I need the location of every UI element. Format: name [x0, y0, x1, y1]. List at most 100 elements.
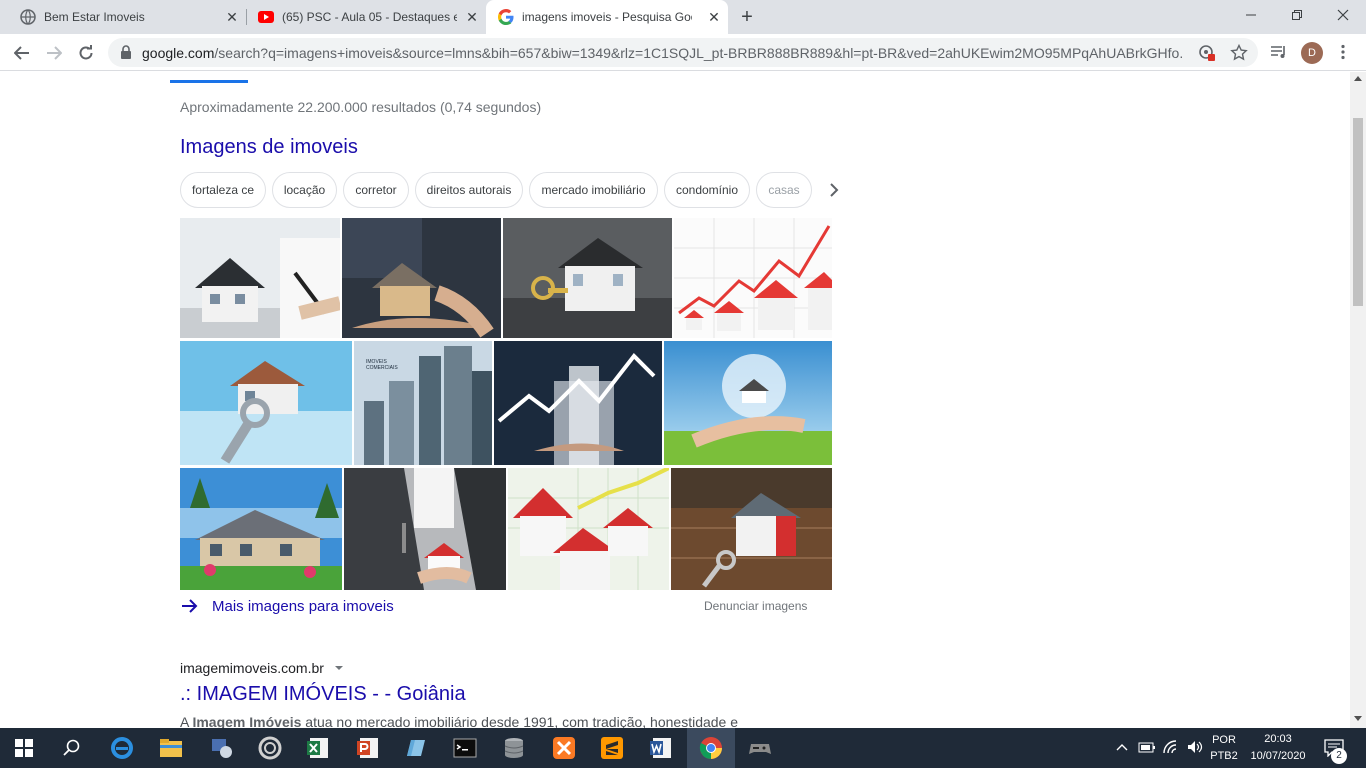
youtube-icon [258, 11, 274, 23]
google-icon [498, 9, 514, 25]
restore-button[interactable] [1274, 0, 1320, 30]
clock-time[interactable]: 20:03 [1248, 733, 1308, 745]
internet-explorer-icon [111, 737, 133, 759]
reload-button[interactable] [74, 41, 98, 65]
taskbar-app-explorer[interactable] [157, 734, 185, 762]
chevron-right-icon[interactable] [822, 180, 846, 200]
taskbar-app-chrome[interactable] [697, 734, 725, 762]
restore-icon [1292, 10, 1302, 20]
image-thumbnail[interactable] [342, 218, 501, 338]
windows-start-button[interactable] [10, 734, 38, 762]
image-thumbnail[interactable]: IMOVEIS COMERCIAIS [354, 341, 492, 465]
lock-icon [121, 45, 131, 59]
image-thumbnail[interactable] [180, 218, 340, 338]
ccleaner-icon [258, 736, 282, 760]
chevron-up-icon[interactable] [1116, 742, 1128, 752]
taskbar-app-xampp[interactable] [550, 734, 578, 762]
forward-button[interactable] [42, 41, 66, 65]
database-icon [504, 738, 524, 758]
close-icon [1337, 9, 1349, 21]
avatar[interactable]: D [1301, 42, 1323, 64]
back-button[interactable] [10, 41, 34, 65]
scroll-up-arrow-icon[interactable] [1354, 76, 1362, 81]
chip-fortaleza-ce[interactable]: fortaleza ce [180, 172, 266, 208]
minimize-icon [1246, 14, 1256, 16]
images-heading-link[interactable]: Imagens de imoveis [180, 136, 358, 159]
tab-bem-estar[interactable]: Bem Estar Imoveis ✕ [0, 0, 246, 34]
menu-dots-icon[interactable] [1335, 44, 1351, 60]
result-breadcrumb[interactable]: imagemimoveis.com.br [180, 660, 344, 676]
chip-direitos-autorais[interactable]: direitos autorais [415, 172, 523, 208]
wifi-icon[interactable] [1162, 739, 1180, 755]
input-language[interactable]: POR [1206, 734, 1242, 746]
network-app-icon [212, 739, 232, 758]
result-stats: Aproximadamente 22.200.000 resultados (0… [180, 99, 542, 115]
taskbar-app-terminal[interactable] [451, 734, 479, 762]
image-thumbnail[interactable] [180, 341, 352, 465]
battery-icon[interactable] [1138, 740, 1156, 754]
image-thumbnail[interactable] [344, 468, 506, 590]
address-bar[interactable]: google.com/search?q=imagens+imoveis&sour… [108, 38, 1258, 67]
chip-corretor[interactable]: corretor [343, 172, 409, 208]
image-thumbnail[interactable] [508, 468, 669, 590]
star-icon[interactable] [1230, 44, 1248, 62]
taskbar-app-powerpoint[interactable] [354, 734, 382, 762]
notification-count-badge: 2 [1331, 748, 1347, 764]
more-images-link[interactable]: Mais imagens para imoveis [180, 596, 394, 616]
image-thumbnail[interactable] [664, 341, 832, 465]
minimize-button[interactable] [1228, 0, 1274, 30]
powerpoint-icon [357, 738, 378, 758]
tab-google-search[interactable]: imagens imoveis - Pesquisa Goog ✕ [486, 0, 728, 34]
media-queue-icon[interactable] [1270, 43, 1288, 61]
keyboard-layout[interactable]: PTB2 [1206, 750, 1242, 762]
clock-date[interactable]: 10/07/2020 [1248, 750, 1308, 762]
snippet-text: atua no mercado imobiliário desde 1991, … [301, 714, 739, 728]
arrow-right-icon [182, 599, 198, 613]
volume-icon[interactable] [1186, 739, 1204, 755]
chip-locacao[interactable]: locação [272, 172, 337, 208]
image-thumbnail[interactable] [671, 468, 832, 590]
gamepad-icon [749, 744, 771, 754]
browser-toolbar: google.com/search?q=imagens+imoveis&sour… [0, 34, 1366, 71]
caret-down-icon[interactable] [334, 663, 344, 673]
overlay-label: COMERCIAIS [366, 365, 398, 371]
taskbar-app-sublime[interactable] [598, 734, 626, 762]
taskbar-app-excel[interactable] [304, 734, 332, 762]
image-thumbnail[interactable] [180, 468, 342, 590]
scroll-down-arrow-icon[interactable] [1354, 716, 1362, 721]
search-button[interactable] [58, 734, 86, 762]
close-tab-icon[interactable]: ✕ [464, 9, 480, 25]
report-images-link[interactable]: Denunciar imagens [704, 599, 807, 613]
taskbar-app-notes[interactable] [403, 734, 431, 762]
windows-logo-icon [15, 739, 33, 757]
taskbar-app-word[interactable] [647, 734, 675, 762]
tab-title: imagens imoveis - Pesquisa Goog [522, 10, 692, 24]
taskbar-app-game[interactable] [746, 734, 774, 762]
snippet-bold: Imagem Imóveis [192, 714, 302, 728]
taskbar-app-ccleaner[interactable] [256, 734, 284, 762]
image-thumbnail[interactable] [494, 341, 662, 465]
notes-app-icon [407, 740, 425, 756]
scroll-thumb[interactable] [1353, 118, 1363, 306]
new-tab-button[interactable]: + [736, 7, 758, 27]
tab-youtube[interactable]: (65) PSC - Aula 05 - Destaques e ✕ [238, 0, 486, 34]
taskbar-app-database[interactable] [500, 734, 528, 762]
result-title-link[interactable]: .: IMAGEM IMÓVEIS - - Goiânia [180, 683, 466, 706]
taskbar-app-network[interactable] [207, 734, 235, 762]
close-tab-icon[interactable]: ✕ [706, 9, 722, 25]
close-window-button[interactable] [1320, 0, 1366, 30]
chip-condominio[interactable]: condomínio [664, 172, 750, 208]
tab-strip: Bem Estar Imoveis ✕ (65) PSC - Aula 05 -… [0, 0, 1366, 34]
globe-icon [20, 9, 36, 25]
page-scrollbar[interactable] [1350, 72, 1366, 728]
sublime-text-icon [601, 737, 623, 759]
chip-casas[interactable]: casas [756, 172, 812, 208]
image-thumbnail[interactable] [503, 218, 672, 338]
terminal-icon [453, 738, 477, 758]
chip-mercado-imobiliario[interactable]: mercado imobiliário [529, 172, 658, 208]
taskbar-app-edge[interactable] [108, 734, 136, 762]
active-tab-indicator [170, 80, 248, 83]
tracking-protection-icon[interactable] [1198, 44, 1216, 62]
image-thumbnail[interactable] [674, 218, 832, 338]
snippet-text: A [180, 714, 193, 728]
